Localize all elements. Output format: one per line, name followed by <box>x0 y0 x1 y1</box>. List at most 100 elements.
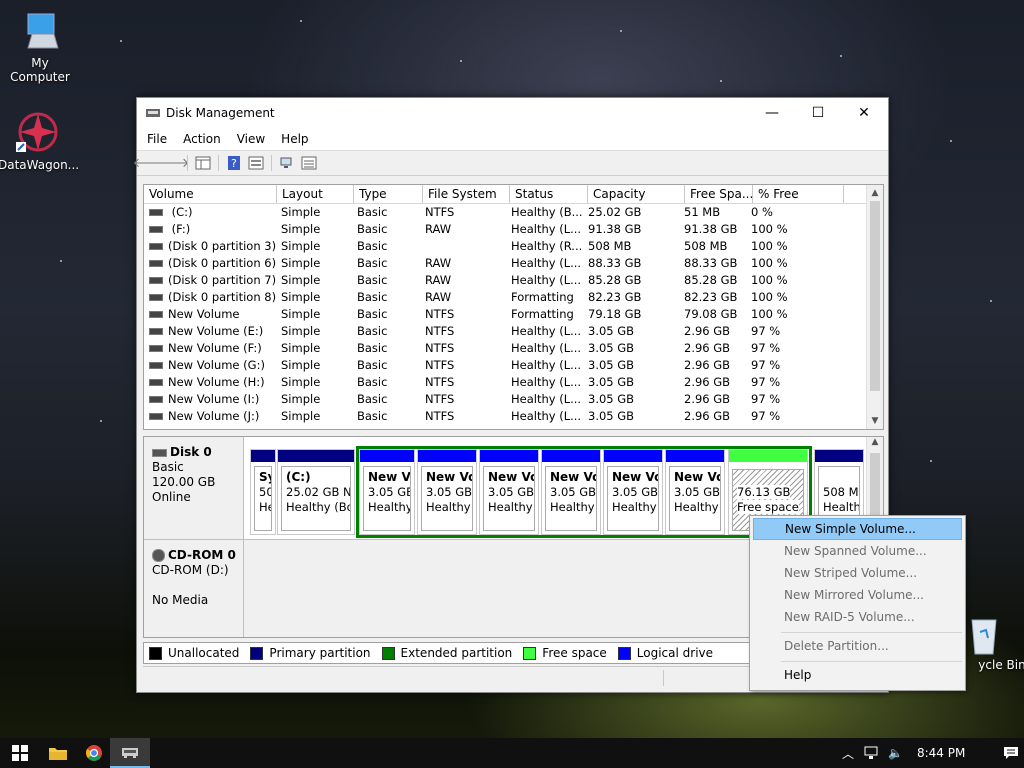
cell-capacity: 25.02 GB <box>588 205 642 219</box>
table-row[interactable]: (Disk 0 partition 7) Simple Basic RAW Health… <box>144 272 883 289</box>
table-row[interactable]: (C:) Simple Basic NTFS Healthy (B... 25.02 GB… <box>144 204 883 221</box>
cell-percent-free: 100 % <box>751 273 788 287</box>
cell-free-space: 2.96 GB <box>684 341 731 355</box>
cell-percent-free: 97 % <box>751 324 781 338</box>
desktop-icon-datawagon[interactable]: DataWagon... <box>0 108 79 172</box>
cell-layout: Simple <box>281 392 321 406</box>
column-header-volume[interactable]: Volume <box>144 185 277 203</box>
cdrom-0-label[interactable]: CD-ROM 0 CD-ROM (D:) No Media <box>144 539 244 637</box>
cell-percent-free: 97 % <box>751 375 781 389</box>
menu-item-new-striped-volume[interactable]: New Striped Volume... <box>753 562 962 584</box>
show-hide-tree-icon[interactable] <box>194 155 212 171</box>
menu-item-new-spanned-volume[interactable]: New Spanned Volume... <box>753 540 962 562</box>
table-row[interactable]: (F:) Simple Basic RAW Healthy (L... 91.38 GB 9… <box>144 221 883 238</box>
partition-block[interactable]: Sy50He <box>250 449 276 535</box>
cell-capacity: 508 MB <box>588 239 632 253</box>
cell-layout: Simple <box>281 409 321 423</box>
notification-icon[interactable] <box>1003 746 1019 760</box>
close-button[interactable]: ✕ <box>841 98 887 128</box>
cell-layout: Simple <box>281 239 321 253</box>
menu-item-new-simple-volume[interactable]: New Simple Volume... <box>753 518 962 540</box>
file-explorer-icon[interactable] <box>38 738 78 768</box>
cell-percent-free: 100 % <box>751 290 788 304</box>
volume-drive-icon <box>149 328 163 335</box>
cell-free-space: 2.96 GB <box>684 409 731 423</box>
cell-free-space: 82.23 GB <box>684 290 738 304</box>
scroll-up-arrow-icon[interactable]: ▲ <box>867 437 883 447</box>
cell-capacity: 79.18 GB <box>588 307 642 321</box>
help-icon[interactable]: ? <box>225 155 243 171</box>
column-header-type[interactable]: Type <box>354 185 423 203</box>
disk-0-label[interactable]: Disk 0 Basic 120.00 GB Online <box>144 437 244 539</box>
column-header-capacity[interactable]: Capacity <box>588 185 685 203</box>
list-view-icon[interactable] <box>300 155 318 171</box>
cell-status: Formatting <box>511 307 574 321</box>
table-row[interactable]: New Volume (G:) Simple Basic NTFS Healthy (L… <box>144 357 883 374</box>
cell-file-system: RAW <box>425 256 452 270</box>
taskbar: ︿ 🔈 8:44 PM <box>0 738 1024 768</box>
table-row[interactable]: New Volume Simple Basic NTFS Formatting 79.18… <box>144 306 883 323</box>
column-header-file-system[interactable]: File System <box>423 185 510 203</box>
scroll-thumb[interactable] <box>870 453 880 523</box>
chevron-up-icon[interactable]: ︿ <box>842 745 854 762</box>
table-row[interactable]: (Disk 0 partition 3) Simple Basic Healthy (… <box>144 238 883 255</box>
cell-file-system: NTFS <box>425 324 455 338</box>
disk-management-icon[interactable] <box>110 738 150 768</box>
cdrom-0-name: CD-ROM 0 <box>168 548 236 562</box>
menu-help[interactable]: Help <box>273 132 316 146</box>
cell-layout: Simple <box>281 341 321 355</box>
scroll-up-arrow-icon[interactable]: ▲ <box>867 185 883 201</box>
forward-arrow-icon[interactable]: 🡒 <box>155 155 190 171</box>
menu-action[interactable]: Action <box>175 132 229 146</box>
cell-free-space: 88.33 GB <box>684 256 738 270</box>
cell-file-system: NTFS <box>425 341 455 355</box>
table-row[interactable]: New Volume (H:) Simple Basic NTFS Healthy (L… <box>144 374 883 391</box>
clock[interactable]: 8:44 PM <box>917 746 965 760</box>
partition-block[interactable]: (C:)25.02 GB NTHealthy (Bo <box>277 449 355 535</box>
connect-icon[interactable] <box>278 155 296 171</box>
network-icon[interactable] <box>864 746 880 760</box>
extended-partition-frame <box>356 446 812 538</box>
desktop-icon-my-computer[interactable]: My Computer <box>0 10 80 84</box>
table-row[interactable]: New Volume (J:) Simple Basic NTFS Healthy (L… <box>144 408 883 425</box>
menu-item-help[interactable]: Help <box>753 664 962 686</box>
scroll-down-arrow-icon[interactable]: ▼ <box>867 413 883 429</box>
table-row[interactable]: New Volume (F:) Simple Basic NTFS Healthy (L… <box>144 340 883 357</box>
scroll-thumb[interactable] <box>870 201 880 391</box>
volume-icon[interactable]: 🔈 <box>888 746 903 760</box>
table-row[interactable]: (Disk 0 partition 8) Simple Basic RAW Format… <box>144 289 883 306</box>
column-header-layout[interactable]: Layout <box>277 185 354 203</box>
title-bar[interactable]: Disk Management — ☐ ✕ <box>137 98 888 128</box>
table-row[interactable]: (Disk 0 partition 6) Simple Basic RAW Health… <box>144 255 883 272</box>
cell-layout: Simple <box>281 222 321 236</box>
volume-drive-icon <box>149 226 163 233</box>
cell-capacity: 3.05 GB <box>588 341 635 355</box>
table-row[interactable]: New Volume (E:) Simple Basic NTFS Healthy (L… <box>144 323 883 340</box>
cell-capacity: 3.05 GB <box>588 375 635 389</box>
menu-view[interactable]: View <box>229 132 273 146</box>
cell-volume: (Disk 0 partition 3) <box>144 238 276 255</box>
chrome-icon[interactable] <box>74 738 114 768</box>
minimize-button[interactable]: — <box>749 98 795 128</box>
legend-item-logical: Logical drive <box>617 646 713 660</box>
disk-0-type: Basic <box>152 460 184 474</box>
column-header-percent-free[interactable]: % Free <box>753 185 844 203</box>
table-row[interactable]: New Volume (I:) Simple Basic NTFS Healthy (L… <box>144 391 883 408</box>
cell-percent-free: 0 % <box>751 205 773 219</box>
menu-item-delete-partition[interactable]: Delete Partition... <box>753 635 962 657</box>
desktop-icon-label: ycle Bin <box>978 658 1024 672</box>
volume-list-scrollbar[interactable]: ▲ ▼ <box>866 185 883 429</box>
partition-status: He <box>259 500 271 514</box>
cell-volume: New Volume (J:) <box>144 408 276 425</box>
menu-item-new-raid5-volume[interactable]: New RAID-5 Volume... <box>753 606 962 628</box>
windows-start-icon[interactable] <box>0 738 40 768</box>
column-header-status[interactable]: Status <box>510 185 588 203</box>
properties-icon[interactable] <box>247 155 265 171</box>
menu-file[interactable]: File <box>139 132 175 146</box>
column-header-free-space[interactable]: Free Spa... <box>685 185 753 203</box>
cell-free-space: 91.38 GB <box>684 222 738 236</box>
volume-drive-icon <box>149 277 163 284</box>
menu-item-new-mirrored-volume[interactable]: New Mirrored Volume... <box>753 584 962 606</box>
cell-free-space: 2.96 GB <box>684 358 731 372</box>
maximize-button[interactable]: ☐ <box>795 98 841 128</box>
